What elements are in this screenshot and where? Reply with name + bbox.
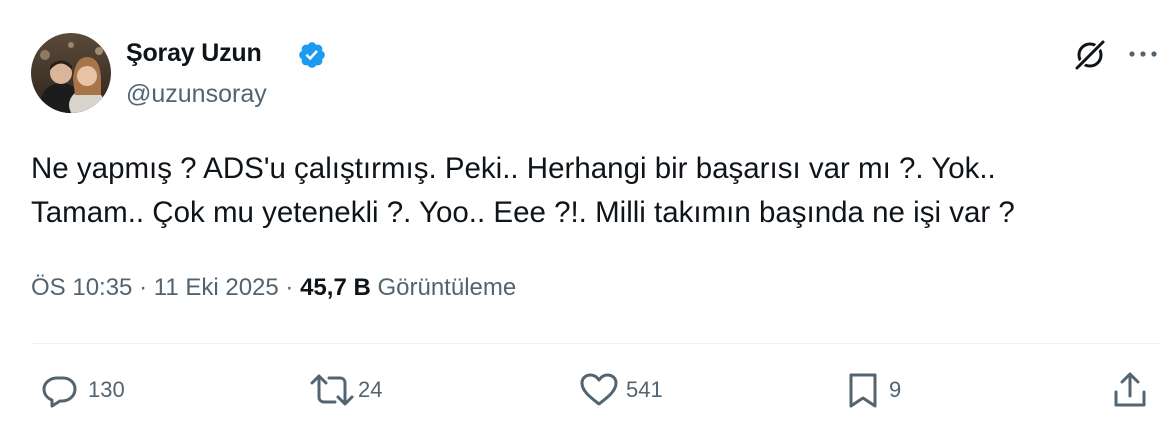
reply-button[interactable]: 130 bbox=[38, 370, 125, 410]
like-icon bbox=[580, 373, 618, 406]
divider bbox=[31, 343, 1161, 344]
meta-separator: · bbox=[285, 274, 294, 301]
more-icon[interactable] bbox=[1126, 40, 1160, 68]
grok-icon[interactable] bbox=[1072, 37, 1108, 73]
tweet-text: Ne yapmış ? ADS'u çalıştırmış. Peki.. He… bbox=[31, 147, 1161, 235]
handle[interactable]: @uzunsoray bbox=[126, 80, 267, 109]
repost-button[interactable]: 24 bbox=[308, 370, 382, 410]
repost-count: 24 bbox=[358, 377, 383, 402]
display-name[interactable]: Şoray Uzun bbox=[126, 39, 262, 68]
avatar[interactable] bbox=[31, 33, 111, 113]
verified-badge-icon bbox=[299, 42, 325, 68]
share-icon bbox=[1114, 372, 1146, 407]
bookmark-button[interactable]: 9 bbox=[843, 370, 901, 410]
tweet-card: Şoray Uzun @uzunsoray Ne yapmış ? ADS'u … bbox=[0, 0, 1174, 424]
views-label: Görüntüleme bbox=[377, 274, 517, 301]
share-button[interactable] bbox=[1110, 370, 1150, 410]
views-count: 45,7 B bbox=[300, 274, 371, 301]
tweet-date[interactable]: 11 Eki 2025 bbox=[154, 274, 279, 301]
reply-icon bbox=[42, 376, 77, 408]
bookmark-count: 9 bbox=[889, 377, 902, 402]
meta-separator: · bbox=[139, 274, 148, 301]
tweet-text-line: Tamam.. Çok mu yetenekli ?. Yoo.. Eee ?!… bbox=[31, 196, 1015, 229]
like-button[interactable]: 541 bbox=[578, 370, 663, 410]
like-count: 541 bbox=[626, 377, 663, 402]
tweet-text-line: Ne yapmış ? ADS'u çalıştırmış. Peki.. He… bbox=[31, 152, 996, 185]
tweet-meta: ÖS 10:35 · 11 Eki 2025 · 45,7 B Görüntül… bbox=[31, 274, 516, 302]
repost-icon bbox=[310, 374, 354, 406]
reply-count: 130 bbox=[88, 377, 125, 402]
bookmark-icon bbox=[849, 373, 877, 408]
tweet-time[interactable]: ÖS 10:35 bbox=[31, 274, 132, 301]
